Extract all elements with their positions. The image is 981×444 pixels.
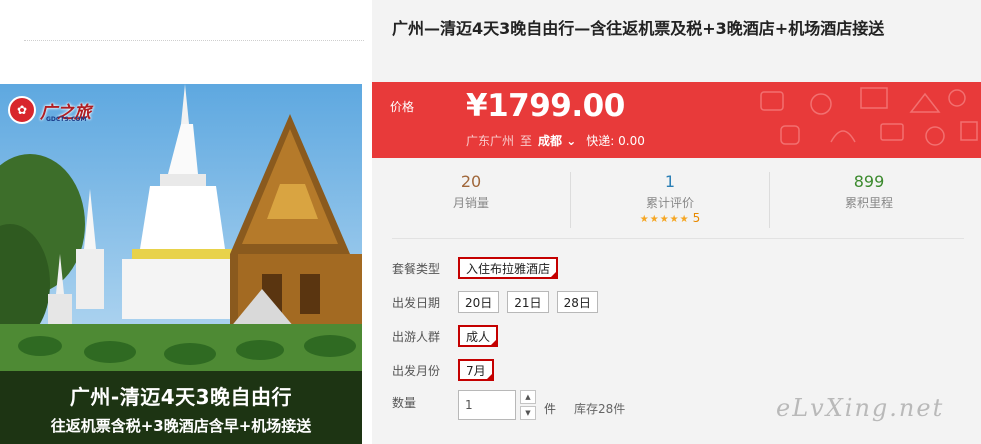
package-option-selected[interactable]: 入住布拉雅酒店 — [458, 257, 559, 279]
option-departure-month: 出发月份 7月 — [392, 359, 502, 381]
product-title: 广州—清迈4天3晚自由行—含往返机票及税+3晚酒店+机场酒店接送 — [392, 19, 885, 38]
stock-count: 库存28件 — [574, 402, 626, 416]
ship-origin: 广东广州 — [466, 134, 515, 148]
price-label: 价格 — [390, 100, 415, 114]
stat-monthly-sales: 20 月销量 — [372, 172, 571, 228]
price-value: ¥1799.00 — [466, 88, 625, 124]
option-package: 套餐类型 入住布拉雅酒店 — [392, 257, 566, 279]
banner-title: 广州-清迈4天3晚自由行 — [69, 385, 293, 409]
option-label: 套餐类型 — [392, 261, 441, 276]
stat-label: 累计评价 — [645, 196, 694, 210]
stat-mileage: 899 累积里程 — [770, 172, 968, 228]
quantity-input[interactable]: 1 — [458, 390, 516, 420]
image-banner: 广州-清迈4天3晚自由行 往返机票含税+3晚酒店含早+机场接送 — [0, 371, 362, 444]
quantity-stepper: ▲ ▼ — [520, 390, 536, 420]
logo-subtext: GDCTS.COM — [46, 116, 87, 123]
stat-reviews[interactable]: 1 累计评价 ★★★★★ 5 — [571, 172, 770, 228]
rating-score: 5 — [692, 211, 701, 225]
star-icons: ★★★★★ — [639, 214, 690, 225]
date-option[interactable]: 20日 — [458, 291, 500, 313]
quantity-unit: 件 — [544, 402, 557, 416]
date-option[interactable]: 28日 — [556, 291, 598, 313]
stat-label: 累积里程 — [844, 196, 893, 210]
destination-selector[interactable]: 成都 ⌄ — [538, 132, 576, 149]
option-quantity: 数量 1 ▲ ▼ 件 库存28件 — [392, 390, 625, 420]
stat-value: 1 — [664, 172, 676, 191]
date-option[interactable]: 21日 — [507, 291, 549, 313]
watermark: eLvXing.net — [776, 394, 945, 422]
option-label: 数量 — [392, 396, 417, 410]
option-label: 出游人群 — [392, 329, 441, 344]
option-departure-date: 出发日期 20日 21日 28日 — [392, 291, 606, 313]
shipping-info: 广东广州 至 成都 ⌄ 快递: 0.00 — [466, 132, 645, 149]
price-box: 价格 ¥1799.00 广东广州 至 成都 ⌄ 快递: 0.00 — [372, 82, 981, 158]
dotted-divider — [24, 40, 364, 41]
destination-value: 成都 — [538, 134, 563, 148]
traveler-option-selected[interactable]: 成人 — [458, 325, 499, 347]
option-travelers: 出游人群 成人 — [392, 325, 506, 347]
product-stats: 20 月销量 1 累计评价 ★★★★★ 5 899 累积里程 — [372, 172, 968, 228]
divider — [392, 238, 964, 239]
shipping-fee: 快递: 0.00 — [586, 134, 645, 148]
chevron-down-icon: ⌄ — [566, 134, 577, 148]
month-option-selected[interactable]: 7月 — [458, 359, 494, 381]
price-background-pattern — [760, 87, 978, 146]
banner-subtitle: 往返机票含税+3晚酒店含早+机场接送 — [50, 417, 312, 435]
option-label: 出发日期 — [392, 295, 441, 310]
logo-emblem-icon: ✿ — [8, 96, 36, 124]
stat-value: 20 — [460, 172, 482, 191]
decrease-icon[interactable]: ▼ — [520, 406, 536, 420]
stat-label: 月销量 — [452, 196, 489, 210]
option-label: 出发月份 — [392, 363, 441, 378]
increase-icon[interactable]: ▲ — [520, 390, 536, 404]
stat-value: 899 — [853, 172, 885, 191]
ship-to-label: 至 — [520, 134, 533, 148]
rating-stars: ★★★★★ 5 — [571, 211, 769, 227]
product-image[interactable]: ✿ 广之旅 GDCTS.COM 广州-清迈4天3晚自由行 往返机票含税+3晚酒店… — [0, 84, 362, 444]
